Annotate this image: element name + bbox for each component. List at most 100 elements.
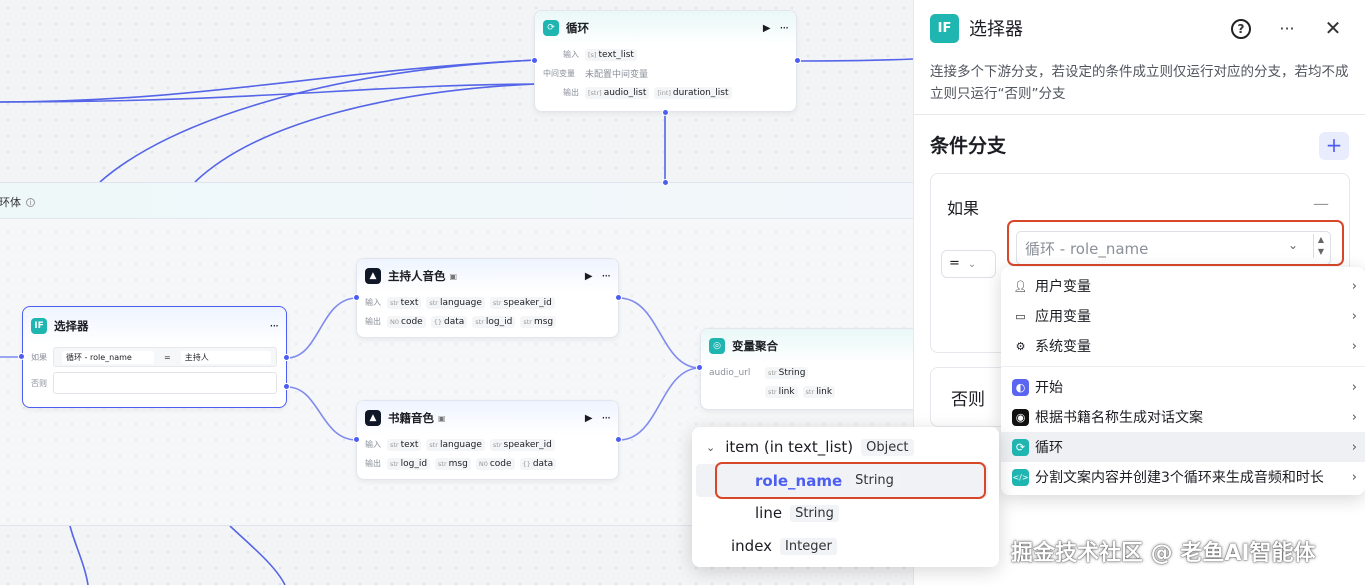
- operator-value: =: [949, 256, 960, 271]
- port[interactable]: [283, 383, 290, 390]
- loop-node[interactable]: ⟳ 循环 ▶ ··· 输入 [s] text_list 中间变量 未配置中间变量 输出…: [534, 10, 797, 112]
- port[interactable]: [615, 294, 622, 301]
- output-label: 输出: [365, 459, 381, 468]
- menu-item-label: 循环: [1035, 440, 1063, 456]
- output-var: log_id: [400, 458, 428, 469]
- var-tag: N0 code: [387, 315, 426, 328]
- selector-node[interactable]: IF 选择器 ··· 如果 循环 - role_name = 主持人 否则: [22, 306, 287, 408]
- var-tag: str link: [802, 385, 836, 398]
- more-icon[interactable]: ···: [780, 21, 790, 35]
- section-title: 条件分支: [930, 135, 1007, 157]
- input-label: 输入: [365, 440, 381, 449]
- aggregate-node[interactable]: ◎ 变量聚合 audio_url str String str link str li…: [700, 328, 913, 410]
- menu-item-loop[interactable]: ⟳ 循环 ›: [1001, 432, 1365, 462]
- input-var: text: [400, 439, 419, 450]
- variable-menu: 👤︎ 用户变量 › ▭ 应用变量 › ⚙ 系统变量 › ◐ 开始 › ◉ 根据书籍名称生成对话文案…: [1001, 267, 1365, 495]
- menu-item-start[interactable]: ◐ 开始 ›: [1001, 372, 1365, 402]
- menu-item-label: 开始: [1035, 380, 1063, 396]
- aggregate-icon: ◎: [709, 338, 725, 354]
- condition-left: 循环 - role_name: [62, 350, 154, 364]
- menu-item-user-vars[interactable]: 👤︎ 用户变量 ›: [1001, 271, 1365, 301]
- port[interactable]: [662, 109, 669, 116]
- close-button[interactable]: ✕: [1317, 16, 1349, 40]
- chevron-down-icon: ⌄: [706, 440, 716, 454]
- badge-icon: ▣: [449, 271, 458, 281]
- port[interactable]: [353, 294, 360, 301]
- port[interactable]: [696, 364, 703, 371]
- gear-icon: ⚙: [1015, 339, 1026, 353]
- input-var: language: [439, 439, 482, 450]
- menu-item-llm[interactable]: ◉ 根据书籍名称生成对话文案 ›: [1001, 402, 1365, 432]
- output-var: audio_list: [603, 87, 647, 98]
- input-var: speaker_id: [503, 439, 552, 450]
- run-icon[interactable]: ▶: [585, 271, 593, 282]
- run-icon[interactable]: ▶: [763, 23, 771, 34]
- if-icon: IF: [31, 318, 47, 334]
- if-label: 如果: [947, 199, 980, 218]
- submenu-item-line[interactable]: line String: [755, 499, 839, 527]
- book-voice-node[interactable]: ▲ 书籍音色 ▣ ▶ ··· 输入 str text str language st…: [356, 400, 619, 480]
- port[interactable]: [531, 57, 538, 64]
- var-tag: str speaker_id: [489, 438, 555, 451]
- port[interactable]: [18, 353, 25, 360]
- chevron-right-icon: ›: [1351, 278, 1357, 294]
- output-label: 输出: [365, 317, 381, 326]
- var-tag: [int] duration_list: [654, 86, 732, 99]
- port[interactable]: [662, 179, 669, 186]
- chevron-right-icon: ›: [1351, 409, 1357, 425]
- submenu-item-item[interactable]: ⌄ item (in text_list) Object: [706, 433, 914, 461]
- more-button[interactable]: ···: [1271, 19, 1303, 38]
- divider: [1001, 366, 1365, 367]
- loop-node-title: 循环: [566, 21, 589, 35]
- more-icon[interactable]: ···: [270, 319, 280, 333]
- run-icon[interactable]: ▶: [585, 413, 593, 424]
- chevron-right-icon: ›: [1351, 439, 1357, 455]
- output-var: msg: [533, 316, 554, 327]
- info-icon: i: [26, 198, 35, 207]
- divider: [914, 114, 1365, 115]
- host-voice-title: 主持人音色: [388, 269, 446, 283]
- book-voice-title: 书籍音色: [388, 411, 434, 425]
- close-icon: ✕: [1324, 16, 1342, 40]
- if-label: 如果: [31, 352, 47, 362]
- input-var: text_list: [598, 49, 634, 60]
- var-tag: [s] text_list: [585, 48, 637, 61]
- var-tag: N0 code: [475, 457, 515, 470]
- menu-item-label: 分割文案内容并创建3个循环来生成音频和时长: [1035, 470, 1324, 486]
- mid-value: 未配置中间变量: [585, 70, 649, 80]
- code-icon: </>: [1012, 468, 1029, 486]
- port[interactable]: [615, 436, 622, 443]
- aggregate-var: String: [778, 367, 806, 378]
- port[interactable]: [353, 436, 360, 443]
- output-var: code: [489, 458, 512, 469]
- var-tag: str log_id: [472, 315, 516, 328]
- collapse-button[interactable]: —: [1313, 194, 1329, 213]
- help-button[interactable]: ?: [1225, 18, 1257, 39]
- menu-item-app-vars[interactable]: ▭ 应用变量 ›: [1001, 301, 1365, 331]
- condition-row[interactable]: 循环 - role_name = 主持人: [53, 347, 277, 367]
- if-icon: IF: [930, 13, 959, 43]
- host-voice-node[interactable]: ▲ 主持人音色 ▣ ▶ ··· 输入 str text str language s…: [356, 258, 619, 338]
- chevron-down-icon: ⌄: [967, 259, 977, 270]
- operator-select[interactable]: = ⌄: [941, 250, 996, 278]
- port[interactable]: [283, 354, 290, 361]
- selector-node-title: 选择器: [54, 319, 89, 333]
- more-icon[interactable]: ···: [602, 411, 612, 425]
- panel-description: 连接多个下游分支，若设定的条件成立则仅运行对应的分支，若均不成立则只运行“否则”…: [930, 64, 1349, 102]
- var-tag: str text: [387, 296, 422, 309]
- input-var: language: [439, 297, 482, 308]
- menu-item-code[interactable]: </> 分割文案内容并创建3个循环来生成音频和时长 ›: [1001, 462, 1365, 492]
- output-var: code: [401, 316, 423, 327]
- input-label: 输入: [365, 298, 381, 307]
- submenu-item-index[interactable]: index Integer: [731, 532, 837, 560]
- menu-item-label: 用户变量: [1035, 279, 1091, 295]
- port[interactable]: [794, 57, 801, 64]
- aggregate-field: audio_url: [709, 367, 751, 378]
- help-icon: ?: [1231, 18, 1251, 39]
- menu-item-label: 系统变量: [1035, 339, 1091, 355]
- more-icon[interactable]: ···: [602, 269, 612, 283]
- panel-title: 选择器: [969, 19, 1023, 40]
- add-branch-button[interactable]: +: [1319, 132, 1349, 160]
- output-var: duration_list: [672, 87, 729, 98]
- menu-item-sys-vars[interactable]: ⚙ 系统变量 ›: [1001, 331, 1365, 361]
